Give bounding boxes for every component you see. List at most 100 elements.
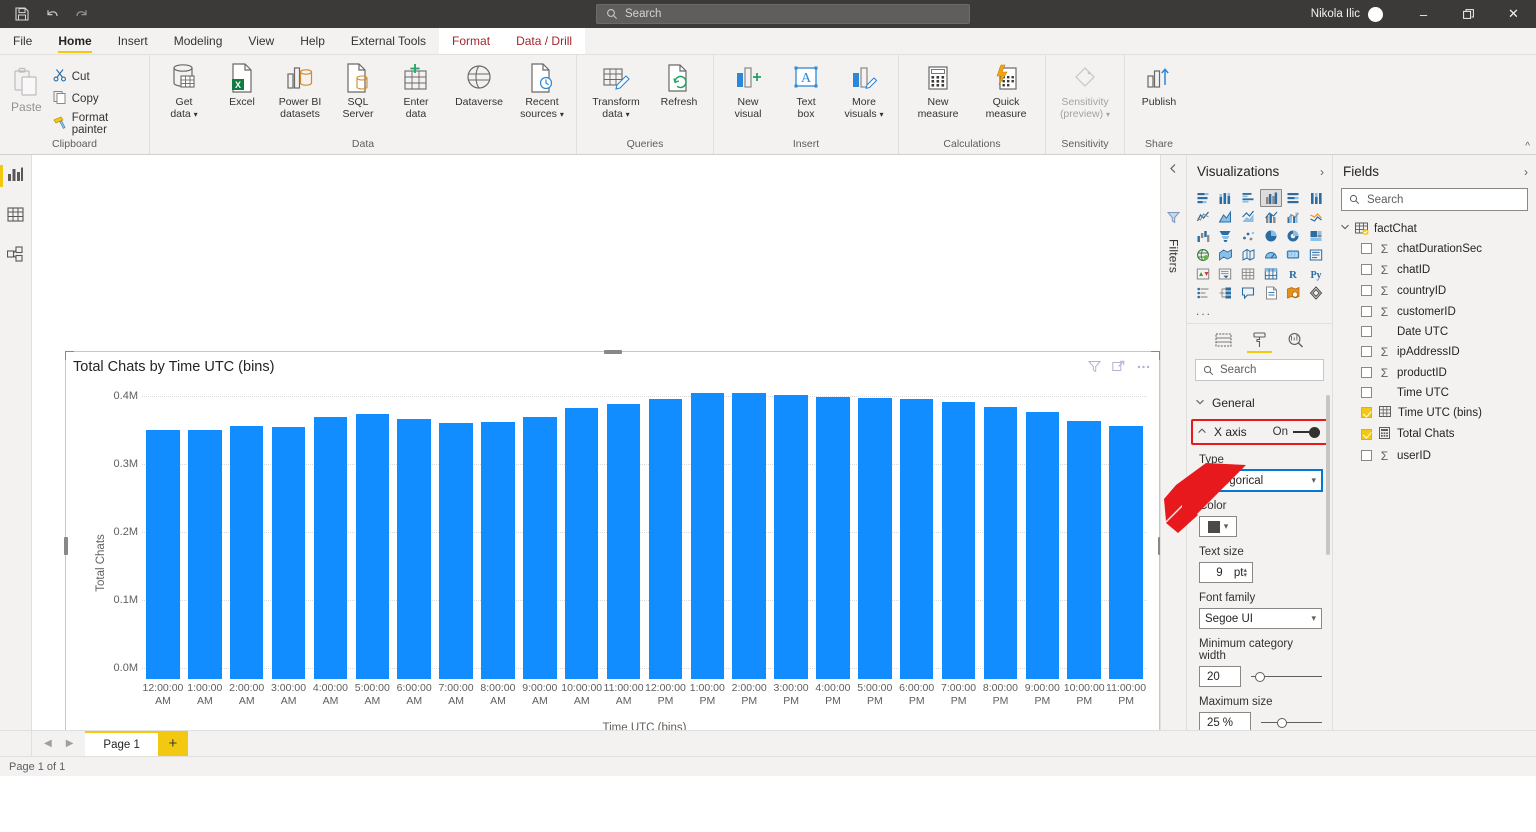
more-visuals-button[interactable]: More visuals ▾ bbox=[836, 59, 892, 124]
format-section-x-axis[interactable]: X axis On bbox=[1191, 419, 1328, 445]
field-row[interactable]: Time UTC bbox=[1333, 383, 1536, 402]
waterfall-chart-icon[interactable] bbox=[1192, 227, 1214, 245]
bar[interactable] bbox=[648, 398, 683, 679]
get-more-visuals-icon[interactable] bbox=[1305, 284, 1327, 302]
bar[interactable] bbox=[439, 422, 473, 679]
bar[interactable] bbox=[188, 429, 222, 679]
filled-map-icon[interactable] bbox=[1215, 246, 1237, 264]
field-checkbox[interactable] bbox=[1361, 387, 1372, 398]
key-influencers-icon[interactable] bbox=[1192, 284, 1214, 302]
scatter-chart-icon[interactable] bbox=[1237, 227, 1259, 245]
new-visual-button[interactable]: New visual bbox=[720, 59, 776, 123]
format-section-general[interactable]: General bbox=[1187, 389, 1332, 417]
field-checkbox[interactable] bbox=[1361, 450, 1372, 461]
kpi-icon[interactable] bbox=[1192, 265, 1214, 283]
card-icon[interactable]: 123 bbox=[1283, 246, 1305, 264]
smart-narrative-icon[interactable] bbox=[1260, 284, 1282, 302]
bar[interactable] bbox=[690, 393, 725, 679]
ribbon-tab-data-drill[interactable]: Data / Drill bbox=[503, 28, 586, 54]
pie-chart-icon[interactable] bbox=[1260, 227, 1282, 245]
field-checkbox[interactable] bbox=[1361, 285, 1372, 296]
filter-funnel-icon[interactable] bbox=[1166, 211, 1181, 227]
close-button[interactable]: ✕ bbox=[1491, 0, 1536, 28]
format-search-input[interactable]: Search bbox=[1195, 359, 1324, 381]
decomposition-tree-icon[interactable] bbox=[1215, 284, 1237, 302]
field-row[interactable]: Date UTC bbox=[1333, 322, 1536, 341]
bar-chart-visual[interactable]: Total Chats by Time UTC (bins) Total Cha… bbox=[63, 349, 1160, 730]
funnel-chart-icon[interactable] bbox=[1215, 227, 1237, 245]
avatar[interactable] bbox=[1368, 6, 1383, 22]
sidebar-item-data-view[interactable] bbox=[0, 203, 32, 229]
more-options-icon[interactable] bbox=[1136, 360, 1151, 376]
bar[interactable] bbox=[983, 406, 1018, 679]
area-chart-icon[interactable] bbox=[1215, 208, 1237, 226]
global-search-input[interactable]: Search bbox=[596, 4, 970, 24]
copy-button[interactable]: Copy bbox=[49, 88, 143, 109]
format-painter-button[interactable]: Format painter bbox=[49, 110, 143, 138]
field-checkbox[interactable] bbox=[1361, 264, 1372, 275]
chevron-right-icon[interactable]: › bbox=[1320, 165, 1324, 179]
bar[interactable] bbox=[313, 417, 348, 679]
bar[interactable] bbox=[481, 422, 515, 679]
ribbon-tab-file[interactable]: File bbox=[0, 28, 45, 54]
add-page-button[interactable]: + bbox=[157, 731, 188, 756]
treemap-icon[interactable] bbox=[1305, 227, 1327, 245]
sensitivity-button[interactable]: Sensitivity (preview) ▾ bbox=[1052, 59, 1118, 124]
refresh-button[interactable]: Refresh bbox=[651, 59, 707, 111]
r-script-visual-icon[interactable]: R bbox=[1283, 265, 1305, 283]
chevron-left-small-icon[interactable]: ◀ bbox=[44, 738, 52, 749]
ribbon-tab-view[interactable]: View bbox=[235, 28, 287, 54]
100-stacked-column-chart-icon[interactable] bbox=[1305, 189, 1327, 207]
bar[interactable] bbox=[1067, 420, 1101, 679]
bar[interactable] bbox=[941, 402, 976, 679]
shape-map-icon[interactable] bbox=[1237, 246, 1259, 264]
clustered-column-chart-icon[interactable] bbox=[1259, 189, 1282, 207]
field-row[interactable]: ΣchatDurationSec bbox=[1333, 238, 1536, 259]
resize-handle-top[interactable] bbox=[603, 349, 622, 354]
excel-button[interactable]: X Excel bbox=[214, 59, 270, 111]
page-tab-page-1[interactable]: Page 1 bbox=[85, 731, 158, 756]
line-and-stacked-column-chart-icon[interactable] bbox=[1260, 208, 1282, 226]
x-axis-color-picker[interactable]: ▾ bbox=[1199, 516, 1237, 537]
bar[interactable] bbox=[858, 398, 892, 679]
maximize-button[interactable] bbox=[1446, 0, 1491, 28]
matrix-icon[interactable] bbox=[1260, 265, 1282, 283]
ribbon-tab-help[interactable]: Help bbox=[287, 28, 338, 54]
multi-row-card-icon[interactable] bbox=[1305, 246, 1327, 264]
y-axis[interactable]: 0.4M 0.3M 0.2M 0.1M 0.0M bbox=[90, 386, 138, 730]
bar[interactable] bbox=[732, 393, 766, 679]
x-axis-min-category-width-slider[interactable] bbox=[1251, 670, 1322, 684]
x-axis-min-category-width-input[interactable]: 20 bbox=[1199, 666, 1241, 687]
ribbon-chart-icon[interactable] bbox=[1305, 208, 1327, 226]
focus-mode-icon[interactable] bbox=[1112, 360, 1125, 376]
report-canvas[interactable]: Total Chats by Time UTC (bins) Total Cha… bbox=[32, 155, 1161, 730]
x-axis-text-size-stepper[interactable]: 9 pt ▴ ▾ bbox=[1199, 562, 1253, 583]
x-axis-max-size-input[interactable]: 25 % bbox=[1199, 712, 1251, 730]
transform-data-button[interactable]: Transform data ▾ bbox=[583, 59, 649, 124]
tab-format[interactable] bbox=[1247, 329, 1272, 353]
cut-button[interactable]: Cut bbox=[49, 66, 143, 87]
save-icon[interactable] bbox=[14, 6, 30, 22]
undo-icon[interactable] bbox=[44, 6, 60, 22]
slicer-icon[interactable] bbox=[1215, 265, 1237, 283]
ribbon-tab-format[interactable]: Format bbox=[439, 28, 504, 54]
chevron-right-small-icon[interactable]: ▶ bbox=[66, 738, 74, 749]
field-row[interactable]: ΣcountryID bbox=[1333, 280, 1536, 301]
field-row[interactable]: ΣchatID bbox=[1333, 259, 1536, 280]
sidebar-item-model-view[interactable] bbox=[0, 243, 32, 269]
x-axis-type-select[interactable]: Categorical ▾ bbox=[1198, 469, 1323, 492]
publish-button[interactable]: Publish bbox=[1131, 59, 1187, 111]
qa-visual-icon[interactable] bbox=[1237, 284, 1259, 302]
redo-icon[interactable] bbox=[74, 6, 90, 22]
user-name[interactable]: Nikola Ilic bbox=[1311, 8, 1360, 20]
azure-map-icon[interactable] bbox=[1260, 246, 1282, 264]
tab-fields[interactable] bbox=[1214, 330, 1233, 353]
stacked-bar-chart-icon[interactable] bbox=[1192, 189, 1214, 207]
collapse-ribbon-button[interactable]: ^ bbox=[1525, 141, 1530, 152]
x-axis-font-family-select[interactable]: Segoe UI ▾ bbox=[1199, 608, 1322, 629]
x-axis-max-size-slider[interactable] bbox=[1261, 716, 1322, 730]
field-checkbox[interactable] bbox=[1361, 306, 1372, 317]
field-checkbox[interactable] bbox=[1361, 407, 1372, 418]
chevron-right-icon[interactable]: › bbox=[1524, 165, 1528, 179]
new-measure-button[interactable]: New measure bbox=[905, 59, 971, 123]
